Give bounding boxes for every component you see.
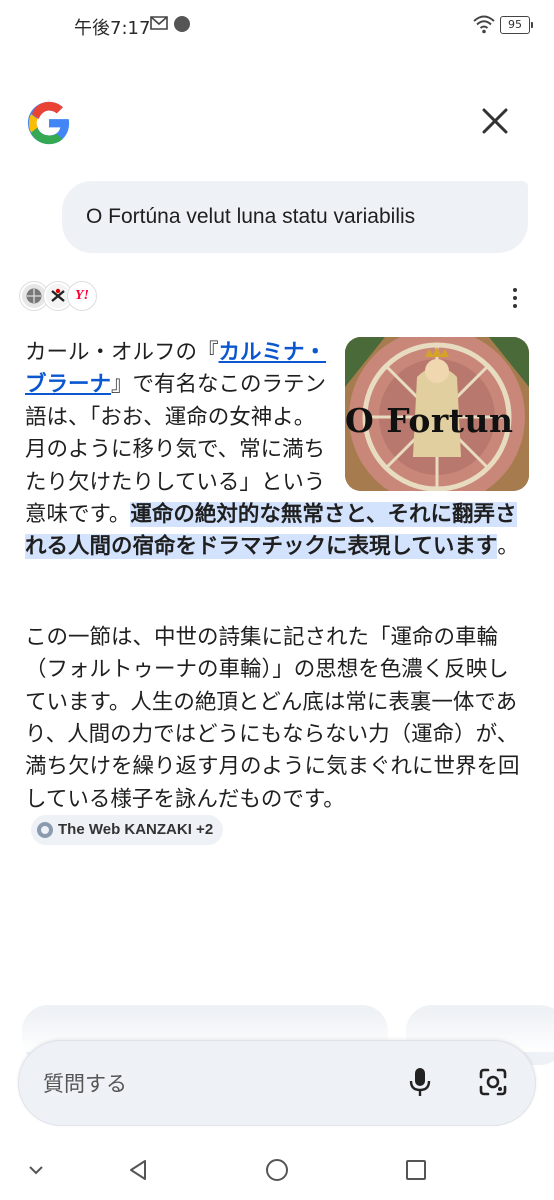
status-time: 午後7:17 bbox=[74, 18, 151, 39]
mic-button[interactable] bbox=[403, 1067, 437, 1101]
ask-input-bar bbox=[18, 1040, 536, 1126]
gmail-icon bbox=[150, 15, 168, 35]
google-lens-button[interactable] bbox=[475, 1067, 511, 1101]
source-icons[interactable]: Y! bbox=[20, 282, 100, 312]
google-lens-icon bbox=[478, 1067, 508, 1101]
battery-icon: 95 bbox=[500, 16, 533, 34]
source-chip[interactable]: The Web KANZAKI +2 bbox=[31, 815, 224, 846]
mic-icon bbox=[408, 1067, 432, 1101]
answer-paragraph-2: この一節は、中世の詩集に記された「運命の車輪（フォルトゥーナの車輪）」の思想を色… bbox=[25, 622, 529, 849]
status-bar: 午後7:17 95 bbox=[0, 0, 554, 50]
recents-icon[interactable] bbox=[402, 1156, 430, 1184]
thumbnail-caption: O Fortun bbox=[345, 401, 514, 440]
more-vert-icon[interactable] bbox=[504, 284, 526, 312]
wifi-icon bbox=[472, 14, 496, 38]
user-query-bubble: O Fortúna velut luna statu variabilis bbox=[62, 181, 528, 253]
system-nav-bar bbox=[0, 1140, 554, 1200]
chevron-down-icon[interactable] bbox=[22, 1156, 50, 1184]
user-query-text: O Fortúna velut luna statu variabilis bbox=[86, 205, 416, 228]
google-g-logo bbox=[26, 100, 72, 146]
source-chip-label: The Web KANZAKI +2 bbox=[58, 821, 214, 839]
close-button[interactable] bbox=[476, 104, 514, 142]
answer-thumbnail[interactable]: O Fortun bbox=[345, 337, 529, 491]
p1-prefix: カール・オルフの『 bbox=[25, 340, 219, 365]
p1-end: 。 bbox=[497, 534, 519, 560]
home-icon[interactable] bbox=[263, 1156, 291, 1184]
yahoo-icon: Y! bbox=[68, 282, 96, 310]
back-icon[interactable] bbox=[124, 1156, 152, 1184]
close-icon bbox=[481, 107, 509, 139]
notification-dot-icon bbox=[174, 16, 190, 32]
answer-body: O Fortun カール・オルフの『カルミナ・ブラーナ』で有名なこのラテン語は、… bbox=[25, 337, 529, 849]
p2-text: この一節は、中世の詩集に記された「運命の車輪（フォルトゥーナの車輪）」の思想を色… bbox=[25, 624, 520, 812]
ask-input[interactable] bbox=[43, 1063, 383, 1105]
source-globe-icon bbox=[37, 822, 53, 839]
